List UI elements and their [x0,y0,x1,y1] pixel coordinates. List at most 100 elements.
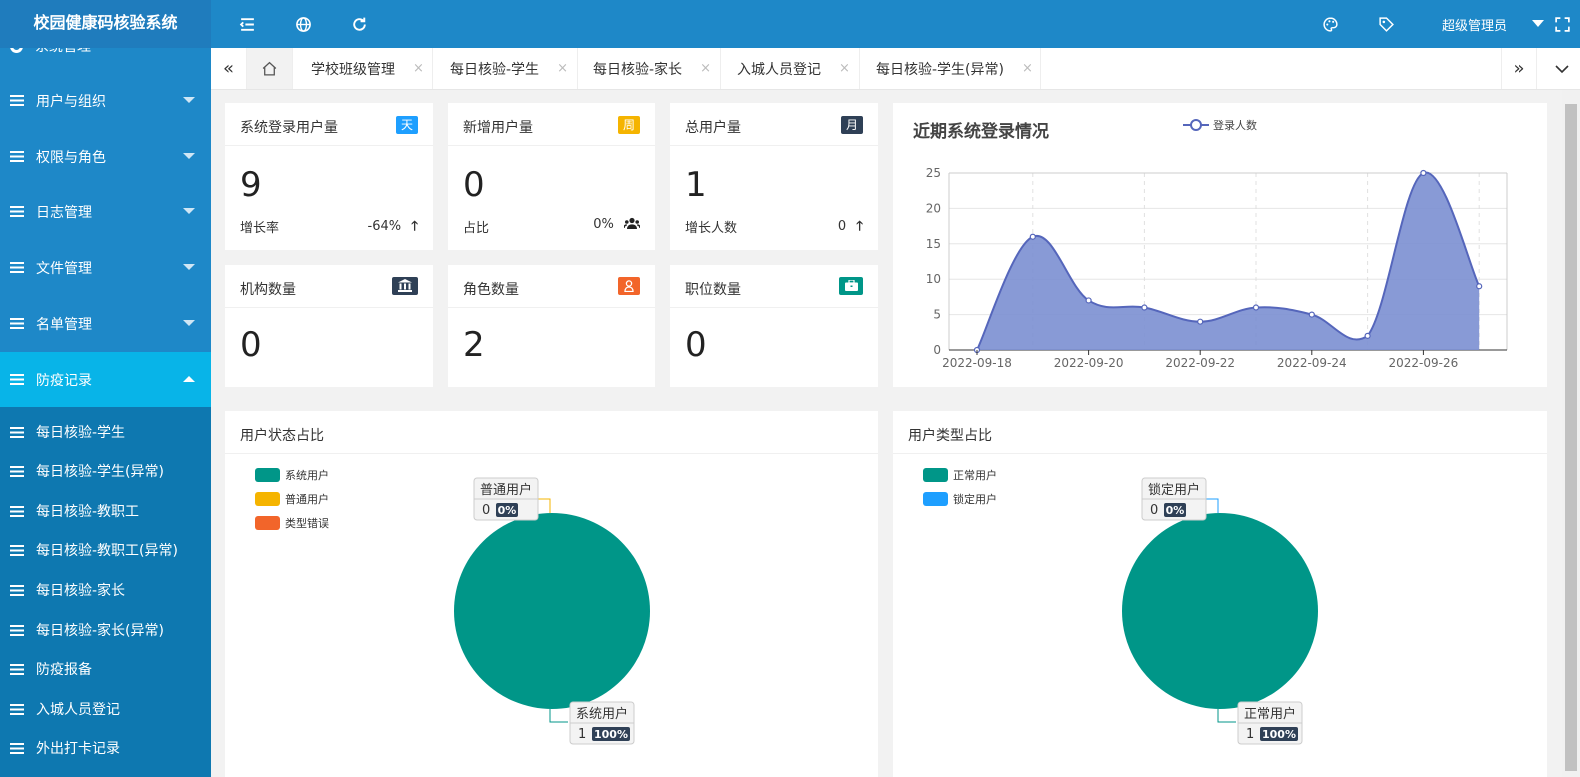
stat-card-login-users: 系统登录用户量 天 9 增长率 -64% 🡑 [225,103,433,250]
tab-city-entry[interactable]: 入城人员登记 × [721,48,860,89]
top-slice-label: 锁定用户 0 0% [1141,477,1207,521]
stat-foot-value-group: 0 🡑 [838,217,863,239]
sidebar-item-label: 日志管理 [36,204,92,221]
chevron-down-icon [183,264,195,270]
app-title: 校园健康码核验系统 [0,0,211,48]
stat-footer: 增长人数 0 🡑 [685,217,863,236]
sidebar-subitem-label: 每日核验-学生(异常) [36,464,164,480]
sidebar-item-users-org[interactable]: 用户与组织 [0,73,211,128]
sidebar-item-epidemic[interactable]: 防疫记录 [0,352,211,407]
tab-label: 每日核验-家长 [593,61,683,78]
data-point[interactable] [1476,283,1483,290]
sidebar-subitem[interactable]: 每日核验-教职工(异常) [0,530,211,570]
x-tick-label: 2022-09-24 [1277,356,1347,370]
stat-card-role-count: 角色数量 2 [448,265,655,387]
tab-daily-student[interactable]: 每日核验-学生 × [433,48,578,89]
pie-slice[interactable] [1122,513,1318,709]
tab-home[interactable] [247,48,293,89]
chevron-down-icon[interactable] [1532,20,1544,27]
sidebar-subitem-label: 每日核验-教职工(异常) [36,543,178,559]
close-icon[interactable]: × [700,61,711,76]
badge-day: 天 [396,116,418,134]
globe-icon[interactable] [291,12,315,36]
list-icon [10,505,24,517]
stat-value: 0 [463,165,485,205]
fullscreen-icon[interactable] [1550,12,1574,36]
bottom-slice-label: 正常用户 1 100% [1237,701,1303,745]
sidebar-subitem[interactable]: 入城人员登记 [0,689,211,729]
tabs-menu-chevron-down-icon[interactable] [1544,48,1580,89]
stat-value: 0 [240,325,262,365]
leader-line [549,709,568,723]
data-point[interactable] [1197,318,1204,325]
sidebar-subitem[interactable]: 每日核验-教职工 [0,491,211,531]
close-icon[interactable]: × [413,61,424,76]
tab-daily-parent[interactable]: 每日核验-家长 × [578,48,721,89]
area-fill [977,172,1480,350]
x-tick-label: 2022-09-26 [1389,356,1459,370]
tabs-scroll-right-icon[interactable]: » [1501,48,1537,89]
chevron-down-icon [183,153,195,159]
sidebar-item-files[interactable]: 文件管理 [0,240,211,295]
sidebar-subitem[interactable]: 每日核验-家长(异常) [0,610,211,650]
y-tick-label: 25 [926,166,941,180]
close-icon[interactable]: × [557,61,568,76]
stat-value: 1 [685,165,707,205]
tab-class-management[interactable]: 学校班级管理 × [293,48,433,89]
y-tick-label: 5 [933,308,941,322]
sidebar-item-system[interactable]: 系统管理 [0,48,211,68]
close-icon[interactable]: × [839,61,850,76]
tab-label: 入城人员登记 [737,61,821,78]
chevron-down-icon [183,97,195,103]
sidebar-item-logs[interactable]: 日志管理 [0,184,211,239]
stat-card-new-users: 新增用户量 周 0 占比 0% [448,103,655,250]
refresh-icon[interactable] [347,12,371,36]
palette-icon[interactable] [1318,12,1342,36]
briefcase-icon [839,277,863,295]
list-icon [10,95,24,106]
sidebar-subitem-label: 外出打卡记录 [36,741,120,757]
arrow-up-icon: 🡑 [411,219,418,234]
menu-fold-icon[interactable] [235,12,259,36]
y-tick-label: 20 [926,201,941,215]
scrollbar-thumb[interactable] [1565,104,1577,771]
stat-card-total-users: 总用户量 月 1 增长人数 0 🡑 [670,103,878,250]
sidebar-subitem[interactable]: 每日核验-学生(异常) [0,451,211,491]
list-icon [10,151,24,162]
user-status-pie: 普通用户 0 0% 系统用户 1 100% [454,477,650,745]
close-icon[interactable]: × [1022,61,1033,76]
leader-line [1217,709,1236,723]
chevron-down-icon [183,208,195,214]
x-tick-label: 2022-09-22 [1165,356,1235,370]
sidebar-item-label: 文件管理 [36,260,92,277]
data-point[interactable] [1141,304,1148,311]
stat-foot-value: 0% [593,217,614,232]
data-point[interactable] [1420,169,1427,177]
data-point[interactable] [1085,297,1092,304]
sidebar-subitem[interactable]: 每日核验-学生 [0,412,211,452]
sidebar-item-label: 用户与组织 [36,93,106,110]
sidebar-subitem[interactable]: 每日核验-家长 [0,570,211,610]
tab-daily-student-abnormal[interactable]: 每日核验-学生(异常) × [860,48,1041,89]
sidebar-subitem-label: 每日核验-教职工 [36,504,140,520]
data-point[interactable] [1308,311,1315,318]
list-icon [10,465,24,477]
bank-icon [392,277,418,295]
data-point[interactable] [1029,233,1036,240]
sidebar-item-permissions[interactable]: 权限与角色 [0,129,211,184]
sidebar-subitem[interactable]: 防疫报备 [0,649,211,689]
label-count: 0 [482,503,490,518]
data-point[interactable] [1252,304,1260,311]
label-count: 1 [1246,727,1254,742]
admin-user-menu[interactable]: 超级管理员 [1442,15,1507,34]
tag-icon[interactable] [1374,12,1398,36]
label-name: 锁定用户 [1148,482,1200,498]
user-status-card: 用户状态占比 系统用户 普通用户 类型错误 普通用户 0 0% 系统用户 1 100% [225,411,878,777]
data-point[interactable] [1364,332,1371,339]
tabs-scroll-left-icon[interactable]: « [211,48,247,89]
label-name: 系统用户 [576,706,628,722]
list-icon [10,374,24,385]
sidebar-subitem[interactable]: 外出打卡记录 [0,728,211,768]
pie-slice[interactable] [454,513,650,709]
sidebar-item-lists[interactable]: 名单管理 [0,296,211,351]
